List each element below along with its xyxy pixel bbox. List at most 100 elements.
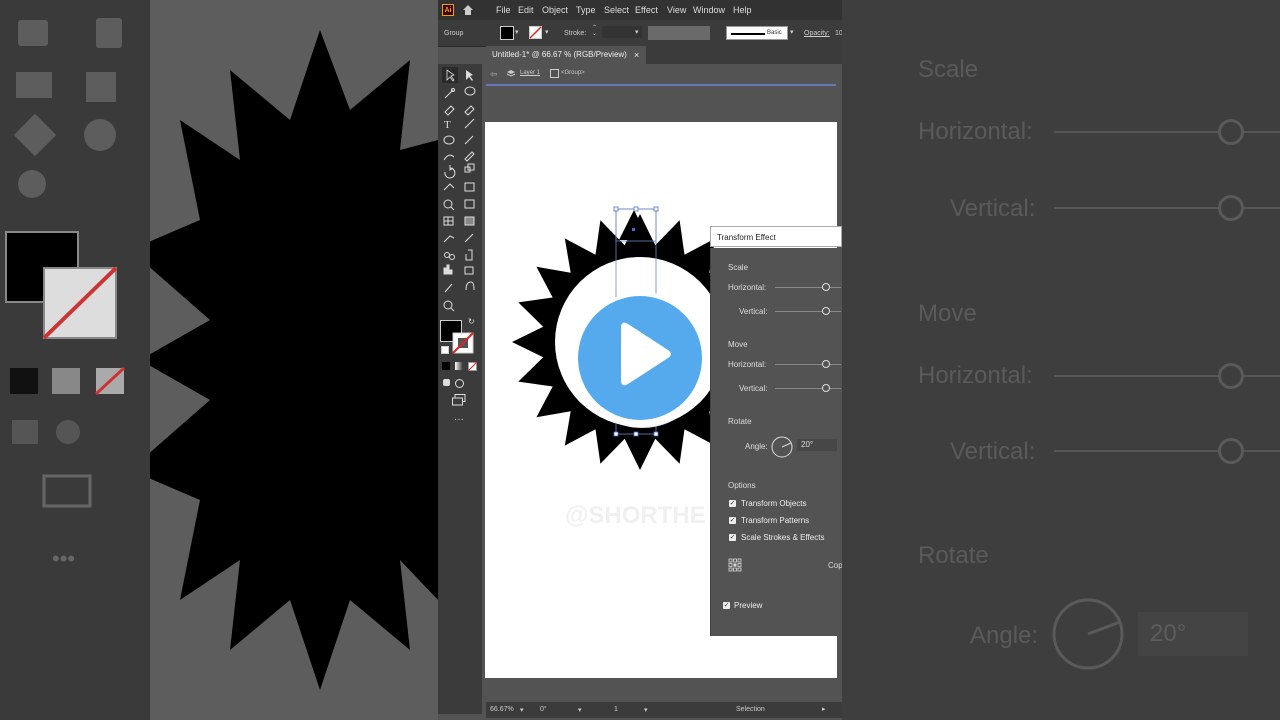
bg-vertical-label: Vertical: [950, 195, 1036, 222]
exit-isolation-arrow-icon[interactable]: ⇦ [490, 69, 498, 80]
scale-vertical-knob[interactable] [822, 307, 830, 315]
enlarged-toolbar-blur: ••• [0, 0, 150, 720]
move-horizontal-slider[interactable] [775, 364, 841, 365]
dialog-title: Transform Effect [717, 233, 776, 242]
color-mode-icon[interactable] [442, 362, 450, 370]
bg-move-heading: Move [918, 300, 977, 327]
swap-colors-icon[interactable]: ↻ [468, 317, 475, 326]
rotation-value[interactable]: 0° [540, 706, 547, 713]
stroke-swatch-icon[interactable] [529, 26, 542, 39]
bg-angle-label: Angle: [970, 622, 1039, 649]
right-background-blur: Scale Horizontal: Vertical: Move Horizon… [842, 0, 1280, 720]
angle-dial-icon[interactable] [770, 435, 794, 459]
menu-type[interactable]: Type [576, 5, 596, 15]
bg-rotate-heading: Rotate [918, 542, 989, 569]
move-heading: Move [728, 340, 748, 349]
move-vertical-slider[interactable] [775, 388, 841, 389]
fill-chevron-down-icon[interactable]: ▾ [515, 28, 519, 36]
brush-definition[interactable]: Basic [726, 26, 788, 40]
menu-window[interactable]: Window [693, 5, 725, 15]
bg-scale-heading: Scale [918, 56, 979, 83]
scale-horizontal-knob[interactable] [822, 283, 830, 291]
bg-move-vertical-slider [1054, 450, 1280, 452]
bg-move-horizontal-slider [1054, 375, 1280, 377]
draw-behind-icon[interactable] [455, 379, 464, 388]
menu-effect[interactable]: Effect [635, 5, 658, 15]
preview-label: Preview [734, 601, 763, 610]
gradient-mode-icon[interactable] [455, 362, 463, 370]
transform-objects-checkbox[interactable]: ✓ [729, 500, 736, 507]
document-tab[interactable]: Untitled-1* @ 66.67 % (RGB/Preview) × [486, 46, 646, 64]
play-button-icon[interactable] [568, 290, 716, 432]
scale-vertical-slider[interactable] [775, 311, 841, 312]
selection-type-label: Group [444, 30, 464, 37]
menu-select[interactable]: Select [604, 5, 629, 15]
bg-vertical-knob [1218, 195, 1244, 221]
stroke-chevron-down-icon[interactable]: ▾ [545, 28, 549, 36]
bg-horizontal-knob [1218, 119, 1244, 145]
scale-vertical-label: Vertical: [739, 307, 768, 316]
move-horizontal-label: Horizontal: [728, 360, 767, 369]
bg-angle-dial-icon [1052, 598, 1124, 670]
scale-horizontal-slider[interactable] [775, 287, 841, 288]
brush-stroke-preview [731, 33, 765, 35]
transform-effect-dialog: Scale Horizontal: Vertical: Move Horizon… [710, 248, 842, 636]
menu-bar: Ai File Edit Object Type Select Effect V… [438, 0, 842, 20]
move-horizontal-knob[interactable] [822, 360, 830, 368]
transform-patterns-checkbox[interactable]: ✓ [729, 517, 736, 524]
watermark-logo: @SHORTHE [565, 502, 706, 529]
breadcrumb-group[interactable]: <Group> [561, 70, 585, 76]
variable-width-profile[interactable] [648, 26, 710, 40]
enlarged-canvas-blur [150, 0, 438, 720]
zoom-level[interactable]: 66.67% [490, 706, 514, 713]
move-vertical-label: Vertical: [739, 384, 768, 393]
document-tab-bar: Untitled-1* @ 66.67 % (RGB/Preview) × [486, 46, 842, 64]
move-vertical-knob[interactable] [822, 384, 830, 392]
close-tab-icon[interactable]: × [634, 46, 639, 64]
default-colors-icon[interactable] [441, 346, 449, 354]
home-icon[interactable] [462, 4, 474, 16]
screen-mode-icon[interactable] [452, 394, 466, 406]
fill-swatch[interactable] [500, 26, 514, 40]
rotation-chevron-icon[interactable]: ▾ [578, 706, 582, 714]
brush-chevron-down-icon[interactable]: ▾ [790, 28, 794, 36]
zoom-chevron-icon[interactable]: ▾ [520, 706, 524, 714]
menu-help[interactable]: Help [733, 5, 752, 15]
illustrator-window: Ai File Edit Object Type Select Effect V… [438, 0, 842, 720]
artboard-number[interactable]: 1 [614, 706, 618, 713]
bg-angle-value: 20° [1138, 612, 1248, 656]
preview-checkbox[interactable]: ✓ [723, 602, 730, 609]
bg-horizontal-label: Horizontal: [918, 118, 1033, 145]
menu-view[interactable]: View [667, 5, 686, 15]
dialog-title-bar[interactable]: Transform Effect [710, 226, 842, 247]
stroke-label[interactable]: Stroke: [564, 30, 586, 37]
status-arrow-icon[interactable]: ▸ [822, 705, 826, 713]
transform-objects-label: Transform Objects [741, 499, 807, 508]
svg-text:T: T [444, 119, 451, 131]
angle-input[interactable]: 20° [797, 439, 837, 451]
current-tool-label: Selection [736, 706, 765, 713]
stroke-weight-chevron-icon[interactable]: ▾ [635, 28, 639, 36]
transform-patterns-label: Transform Patterns [741, 516, 810, 525]
opacity-value[interactable]: 10 [835, 30, 842, 37]
stroke-stepper-icon[interactable]: ⌃ ⌄ [592, 25, 597, 37]
stroke-color-box-icon[interactable] [452, 332, 474, 354]
scale-strokes-label: Scale Strokes & Effects [741, 533, 825, 542]
bg-move-horizontal-knob [1218, 363, 1244, 389]
draw-normal-icon[interactable] [443, 379, 450, 386]
menu-object[interactable]: Object [542, 5, 568, 15]
scale-strokes-checkbox[interactable]: ✓ [729, 534, 736, 541]
menu-file[interactable]: File [496, 5, 511, 15]
opacity-label[interactable]: Opacity: [804, 30, 830, 37]
none-mode-icon[interactable] [468, 362, 477, 371]
brush-label: Basic [767, 30, 782, 36]
status-bar: 66.67% ▾ 0° ▾ 1 ▾ Selection ▸ [486, 702, 842, 718]
menu-edit[interactable]: Edit [518, 5, 534, 15]
artboard-chevron-icon[interactable]: ▾ [644, 706, 648, 714]
angle-label: Angle: [745, 442, 768, 451]
control-bar: Group ▾ ▾ Stroke: ⌃ ⌄ ▾ Basic ▾ Opacity: … [438, 20, 842, 47]
enlarged-starburst-icon [150, 30, 438, 690]
reference-point-icon[interactable] [728, 558, 742, 572]
breadcrumb-layer[interactable]: Layer 1 [520, 70, 540, 76]
more-tools-icon[interactable]: ··· [454, 414, 464, 425]
